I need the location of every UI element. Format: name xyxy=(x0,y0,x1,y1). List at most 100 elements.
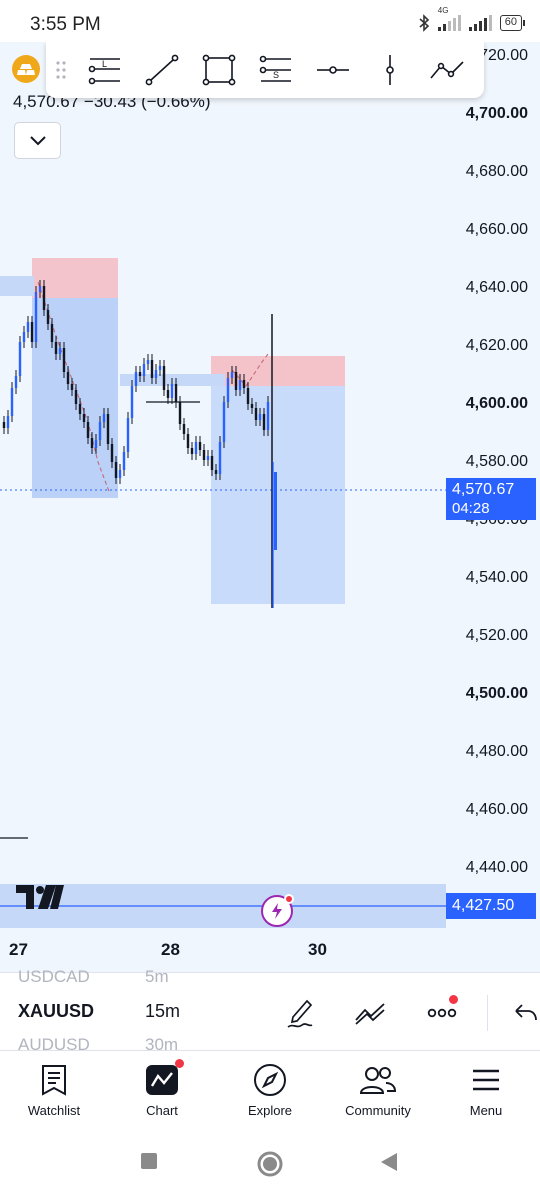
nav-explore[interactable]: Explore xyxy=(216,1051,324,1130)
candle-body xyxy=(18,342,22,376)
timeframe-selector[interactable]: 15m xyxy=(145,1001,180,1022)
candle-body xyxy=(262,414,266,430)
nav-menu[interactable]: Menu xyxy=(432,1051,540,1130)
candle-body xyxy=(246,388,250,404)
short-position-icon[interactable]: S xyxy=(247,42,304,98)
candle-body xyxy=(66,372,70,384)
recents-icon[interactable] xyxy=(140,1152,158,1170)
low-price-tag: 4,427.50 xyxy=(446,893,536,919)
candle-body xyxy=(38,286,42,292)
candle-body xyxy=(130,386,134,418)
alerts-button[interactable] xyxy=(261,894,294,927)
more-options-button[interactable] xyxy=(422,993,462,1033)
battery-indicator: 60 xyxy=(499,15,526,31)
candle-body xyxy=(90,438,94,448)
nav-label: Explore xyxy=(247,1103,293,1118)
candle-body xyxy=(258,414,262,420)
long-position-icon[interactable]: L xyxy=(76,42,133,98)
candle-body xyxy=(34,292,38,342)
nav-chart[interactable]: Chart xyxy=(108,1051,216,1130)
pen-icon xyxy=(287,999,313,1028)
candle-body xyxy=(146,360,150,364)
nav-label: Community xyxy=(345,1103,411,1118)
notification-dot xyxy=(284,894,294,904)
time-axis[interactable]: 27 28 30 xyxy=(0,928,446,972)
candle-body xyxy=(214,470,218,474)
candle-body xyxy=(190,448,194,454)
svg-text:L: L xyxy=(102,59,107,69)
nav-community[interactable]: Community xyxy=(324,1051,432,1130)
candle-body xyxy=(42,286,46,310)
chart-icon xyxy=(142,1059,184,1099)
nav-label: Chart xyxy=(146,1103,178,1118)
indicators-button[interactable] xyxy=(350,993,390,1033)
candle-body xyxy=(10,388,14,416)
price-tick: 4,580.00 xyxy=(465,453,528,470)
candle-body xyxy=(234,372,238,390)
current-price-tag: 4,570.67 04:28 xyxy=(446,478,536,520)
menu-icon xyxy=(466,1061,506,1099)
candle-body xyxy=(242,380,246,388)
undo-button[interactable] xyxy=(506,993,540,1033)
candle-body xyxy=(6,416,10,428)
trend-line-icon[interactable] xyxy=(133,42,190,98)
bar-countdown: 04:28 xyxy=(452,500,490,517)
symbol-option-above[interactable]: USDCAD xyxy=(18,967,90,987)
rectangle-icon[interactable] xyxy=(190,42,247,98)
candle-body xyxy=(142,364,146,376)
candle-body xyxy=(194,442,198,454)
candle-body xyxy=(30,322,34,342)
candle-body xyxy=(78,404,82,414)
candle-body xyxy=(62,348,66,372)
candle-body xyxy=(118,470,122,478)
price-tick: 4,660.00 xyxy=(465,221,528,238)
time-label-27: 27 xyxy=(9,940,28,959)
candle-body xyxy=(2,422,6,428)
tradingview-logo xyxy=(16,885,64,914)
candle-body xyxy=(170,384,174,398)
vertical-line-icon[interactable] xyxy=(361,42,418,98)
symbol-selector[interactable]: XAUUSD xyxy=(18,1001,94,1022)
candle-body xyxy=(54,342,58,354)
drawing-tools-button[interactable] xyxy=(280,993,320,1033)
short-position-stop-zone xyxy=(211,356,345,386)
candle-body xyxy=(122,452,126,470)
home-icon[interactable] xyxy=(256,1150,284,1178)
price-tick: 4,620.00 xyxy=(465,337,528,354)
candle-body xyxy=(50,324,54,342)
notification-dot xyxy=(449,995,458,1004)
candle-body xyxy=(98,422,102,440)
path-icon[interactable] xyxy=(418,42,475,98)
candle-body xyxy=(154,370,158,378)
candle-body xyxy=(162,366,166,390)
price-tick: 4,460.00 xyxy=(465,801,528,818)
candle-body xyxy=(222,402,226,442)
price-tick: 4,520.00 xyxy=(465,627,528,644)
time-label-28: 28 xyxy=(161,940,180,959)
price-tick: 4,480.00 xyxy=(465,743,528,760)
short-position-target-zone xyxy=(211,386,345,604)
candle-body xyxy=(82,414,86,422)
price-tick: 4,680.00 xyxy=(465,163,528,180)
back-icon[interactable] xyxy=(380,1152,398,1172)
candle-body xyxy=(94,440,98,448)
nav-watchlist[interactable]: Watchlist xyxy=(0,1051,108,1130)
candle-body xyxy=(210,456,214,470)
candle-body xyxy=(166,390,170,398)
drag-handle-icon[interactable] xyxy=(46,42,76,98)
candle-body xyxy=(202,450,206,460)
system-navigation-bar xyxy=(0,1130,540,1200)
candle-body xyxy=(254,408,258,420)
drawing-toolbar[interactable]: L S xyxy=(46,42,484,98)
candle-body xyxy=(250,404,254,408)
price-plot[interactable] xyxy=(0,42,446,928)
gold-bars-icon xyxy=(17,64,35,75)
timeframe-option-above[interactable]: 5m xyxy=(145,967,169,987)
current-price-value: 4,570.67 xyxy=(452,481,515,498)
candle-body xyxy=(26,322,30,332)
horizontal-ray-icon[interactable] xyxy=(304,42,361,98)
candle-body xyxy=(206,456,210,460)
collapse-legend-button[interactable] xyxy=(14,122,61,159)
chart-area[interactable]: 4,720.00 4,700.00 4,680.00 4,660.00 4,640.00… xyxy=(0,42,540,972)
candle-body xyxy=(238,380,242,390)
